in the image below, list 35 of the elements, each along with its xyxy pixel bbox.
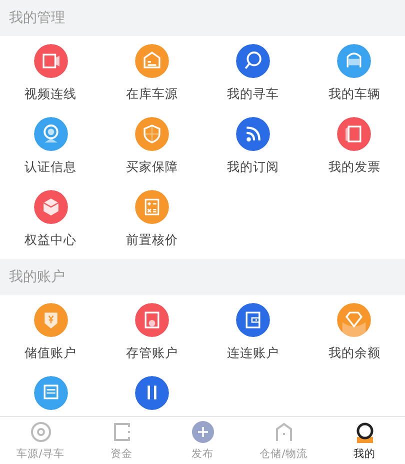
menu-label[interactable]: 在库车源	[126, 86, 178, 103]
menu-label[interactable]: 权益中心	[24, 232, 77, 249]
menu-label[interactable]: 前置核价	[126, 232, 178, 249]
menu-label[interactable]: 认证信息	[24, 159, 77, 176]
menu-icon[interactable]	[134, 376, 169, 410]
menu-label[interactable]: 连连账户	[227, 345, 280, 362]
section-header: 我的账户	[0, 259, 405, 295]
menu-icon[interactable]	[337, 303, 372, 337]
menu-label[interactable]: 我的订阅	[227, 159, 280, 176]
menu-label[interactable]: 存管账户	[126, 345, 178, 362]
menu-label[interactable]: 视频连线	[24, 86, 77, 103]
menu-icon[interactable]	[34, 117, 68, 151]
menu-icon[interactable]	[337, 117, 372, 151]
menu-label[interactable]: 我的寻车	[227, 86, 280, 103]
menu-icon[interactable]	[34, 190, 68, 224]
menu-icon[interactable]	[134, 44, 169, 78]
menu-icon[interactable]	[134, 190, 169, 224]
menu-icon[interactable]	[34, 44, 68, 78]
menu-icon[interactable]	[337, 44, 372, 78]
menu-icon[interactable]	[134, 303, 169, 337]
plus-icon	[190, 420, 214, 444]
menu-label[interactable]: 买家保障	[126, 159, 178, 176]
menu-icon[interactable]	[236, 303, 270, 337]
menu-icon[interactable]	[236, 44, 270, 78]
menu-label[interactable]: 我的车辆	[328, 86, 380, 103]
menu-label[interactable]: 我的发票	[328, 159, 380, 176]
tab-item[interactable]: 我的	[324, 417, 405, 464]
target-icon	[28, 420, 52, 444]
menu-icon[interactable]	[236, 117, 270, 151]
menu-icon[interactable]	[134, 117, 169, 151]
menu-label[interactable]: 我的余额	[328, 345, 380, 362]
section-header: 我的管理	[0, 0, 405, 36]
menu-icon[interactable]	[34, 303, 68, 337]
menu-icon[interactable]	[34, 376, 68, 410]
menu-label[interactable]: 储值账户	[24, 345, 77, 362]
